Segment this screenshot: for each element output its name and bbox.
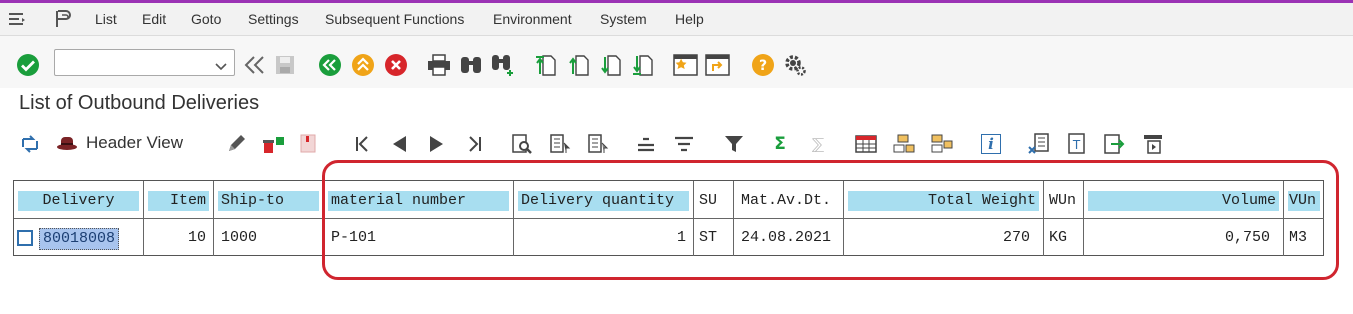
local-file-icon[interactable] (1103, 132, 1127, 156)
change-layout-icon[interactable] (892, 132, 916, 156)
next-item-icon[interactable] (425, 132, 449, 156)
hat-icon (57, 137, 77, 150)
refresh-icon[interactable] (18, 132, 42, 156)
abc-analysis-icon[interactable] (1141, 132, 1165, 156)
enter-icon[interactable] (15, 52, 41, 78)
svg-text:T: T (1072, 138, 1081, 152)
column-header-item[interactable]: Item (144, 181, 214, 219)
header-view-button[interactable]: Header View (56, 130, 183, 156)
next-page-icon[interactable] (598, 52, 624, 78)
find-next-icon[interactable] (490, 52, 516, 78)
menu-help[interactable]: Help (675, 11, 704, 27)
help-icon[interactable]: ? (750, 52, 776, 78)
menu-system[interactable]: System (600, 11, 647, 27)
delivery-number[interactable]: 80018008 (39, 228, 120, 250)
column-header-ship-to[interactable]: Ship-to (214, 181, 324, 219)
settings-icon[interactable] (782, 52, 808, 78)
prev-page-icon[interactable] (566, 52, 592, 78)
menu-toggle-icon[interactable] (6, 8, 28, 30)
filter-icon[interactable] (722, 132, 746, 156)
trash-icon[interactable] (262, 132, 286, 156)
menu-list[interactable]: List (95, 11, 117, 27)
layout-menu-icon[interactable] (52, 8, 74, 30)
cancel-icon[interactable] (383, 52, 409, 78)
info-symbol: i (988, 135, 994, 153)
subtotal-icon[interactable]: ⅀ (806, 132, 830, 156)
new-session-icon[interactable] (673, 52, 699, 78)
column-header-delivery[interactable]: Delivery (14, 181, 144, 219)
word-processing-icon[interactable]: T (1065, 132, 1089, 156)
sum-symbol: Σ (774, 134, 786, 154)
standard-toolbar: ? (0, 36, 1353, 88)
menu-settings[interactable]: Settings (248, 11, 299, 27)
chevron-down-icon[interactable] (215, 58, 227, 76)
delete-disabled-icon[interactable] (297, 132, 321, 156)
menu-environment[interactable]: Environment (493, 11, 572, 27)
first-page-icon[interactable] (533, 52, 559, 78)
cell-delivery[interactable]: 80018008 (14, 218, 144, 256)
svg-text:?: ? (759, 58, 767, 74)
menu-goto[interactable]: Goto (191, 11, 221, 27)
subtotal-symbol: ⅀ (811, 135, 825, 153)
highlight-annotation-box (322, 160, 1339, 280)
header-view-label: Header View (86, 133, 184, 152)
first-item-icon[interactable] (350, 132, 374, 156)
details-icon[interactable] (510, 132, 534, 156)
row-select-checkbox[interactable] (17, 230, 33, 246)
select-layout-icon[interactable] (930, 132, 954, 156)
align-center-icon[interactable] (634, 132, 658, 156)
sort-descending-icon[interactable] (586, 132, 610, 156)
info-icon[interactable]: i (979, 132, 1003, 156)
page-title: List of Outbound Deliveries (19, 92, 260, 114)
back-icon[interactable] (242, 52, 268, 78)
sum-icon[interactable]: Σ (768, 132, 792, 156)
last-page-icon[interactable] (630, 52, 656, 78)
cell-item[interactable]: 10 (144, 218, 214, 256)
pencil-icon[interactable] (224, 132, 248, 156)
menu-edit[interactable]: Edit (142, 11, 166, 27)
print-icon[interactable] (426, 52, 452, 78)
previous-item-icon[interactable] (387, 132, 411, 156)
command-field[interactable] (54, 49, 235, 76)
application-toolbar: Header View Σ ⅀ i T (0, 124, 1353, 162)
find-icon[interactable] (458, 52, 484, 78)
export-excel-icon[interactable] (1027, 132, 1051, 156)
shortcut-icon[interactable] (705, 52, 731, 78)
command-input[interactable] (59, 53, 209, 72)
exit-icon[interactable] (350, 52, 376, 78)
last-item-icon[interactable] (463, 132, 487, 156)
sort-ascending-icon[interactable] (548, 132, 572, 156)
cell-ship-to[interactable]: 1000 (214, 218, 324, 256)
back-green-icon[interactable] (317, 52, 343, 78)
save-icon[interactable] (272, 52, 298, 78)
layout-icon[interactable] (854, 132, 878, 156)
menu-subsequent-functions[interactable]: Subsequent Functions (325, 11, 464, 27)
align-icon[interactable] (672, 132, 696, 156)
menu-bar: List Edit Goto Settings Subsequent Funct… (0, 3, 1353, 36)
